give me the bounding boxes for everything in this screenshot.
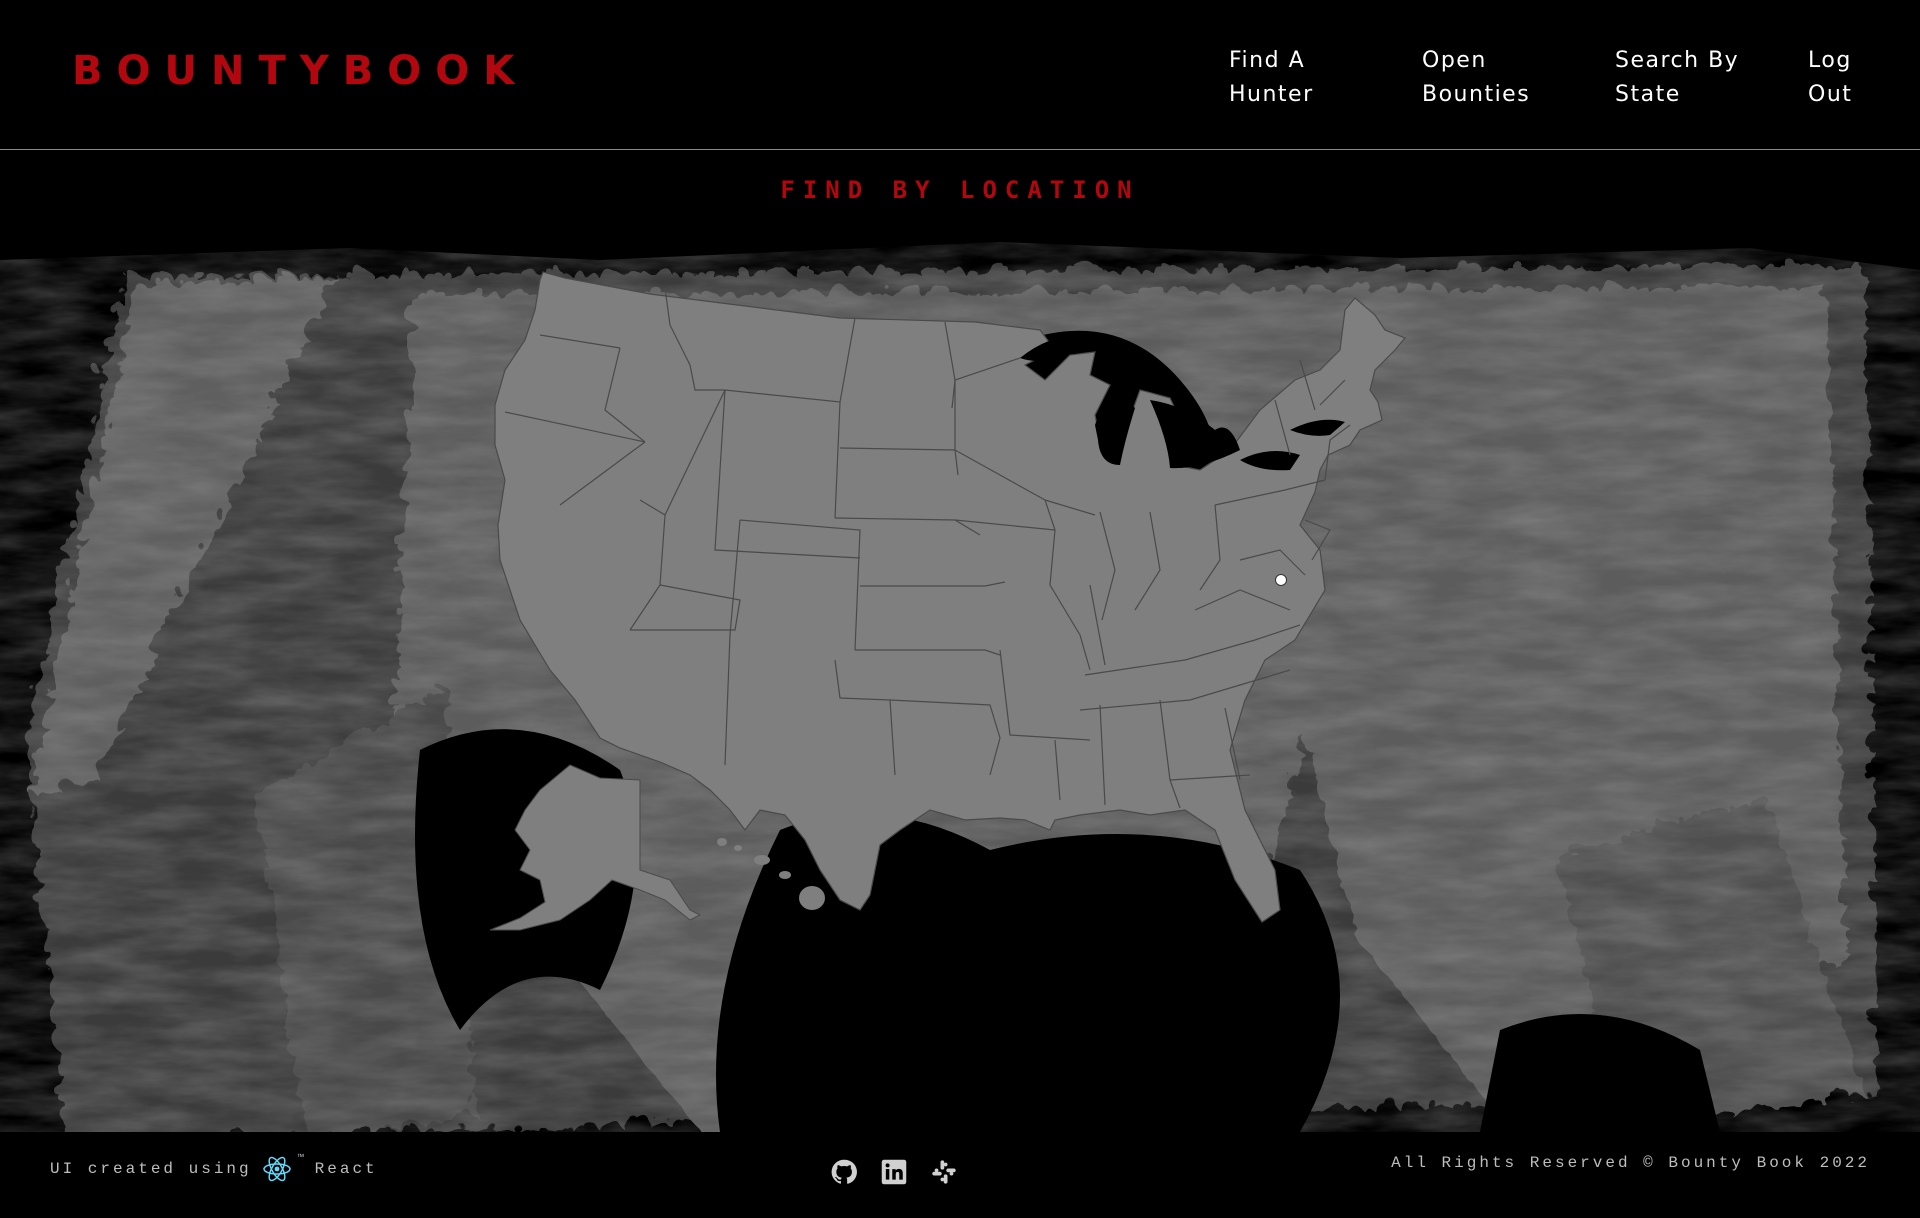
map-section — [0, 230, 1920, 1132]
main-nav: Find A Hunter Open Bounties Search By St… — [1229, 44, 1858, 112]
trademark-symbol: ™ — [297, 1154, 307, 1165]
slack-icon[interactable] — [930, 1158, 958, 1186]
nav-open-bounties[interactable]: Open Bounties — [1422, 44, 1557, 112]
location-dot-icon[interactable] — [1275, 574, 1287, 586]
credit-prefix: UI created using — [50, 1160, 252, 1178]
linkedin-icon[interactable] — [880, 1158, 908, 1186]
site-footer: UI created using ™ React All Rights Rese… — [0, 1132, 1920, 1218]
copyright-text: All Rights Reserved © Bounty Book 2022 — [1391, 1154, 1870, 1172]
us-map — [0, 230, 1920, 1132]
credit-tech: React — [314, 1160, 378, 1178]
site-header: BOUNTYBOOK Find A Hunter Open Bounties S… — [0, 0, 1920, 150]
react-atom-icon — [262, 1154, 292, 1184]
social-links — [830, 1158, 958, 1186]
nav-log-out[interactable]: Log Out — [1808, 44, 1858, 112]
page-title: FIND BY LOCATION — [780, 176, 1140, 204]
ui-credit: UI created using ™ React — [50, 1154, 378, 1184]
nav-search-by-state[interactable]: Search By State — [1615, 44, 1750, 112]
site-logo[interactable]: BOUNTYBOOK — [72, 48, 528, 94]
nav-find-a-hunter[interactable]: Find A Hunter — [1229, 44, 1364, 112]
github-icon[interactable] — [830, 1158, 858, 1186]
